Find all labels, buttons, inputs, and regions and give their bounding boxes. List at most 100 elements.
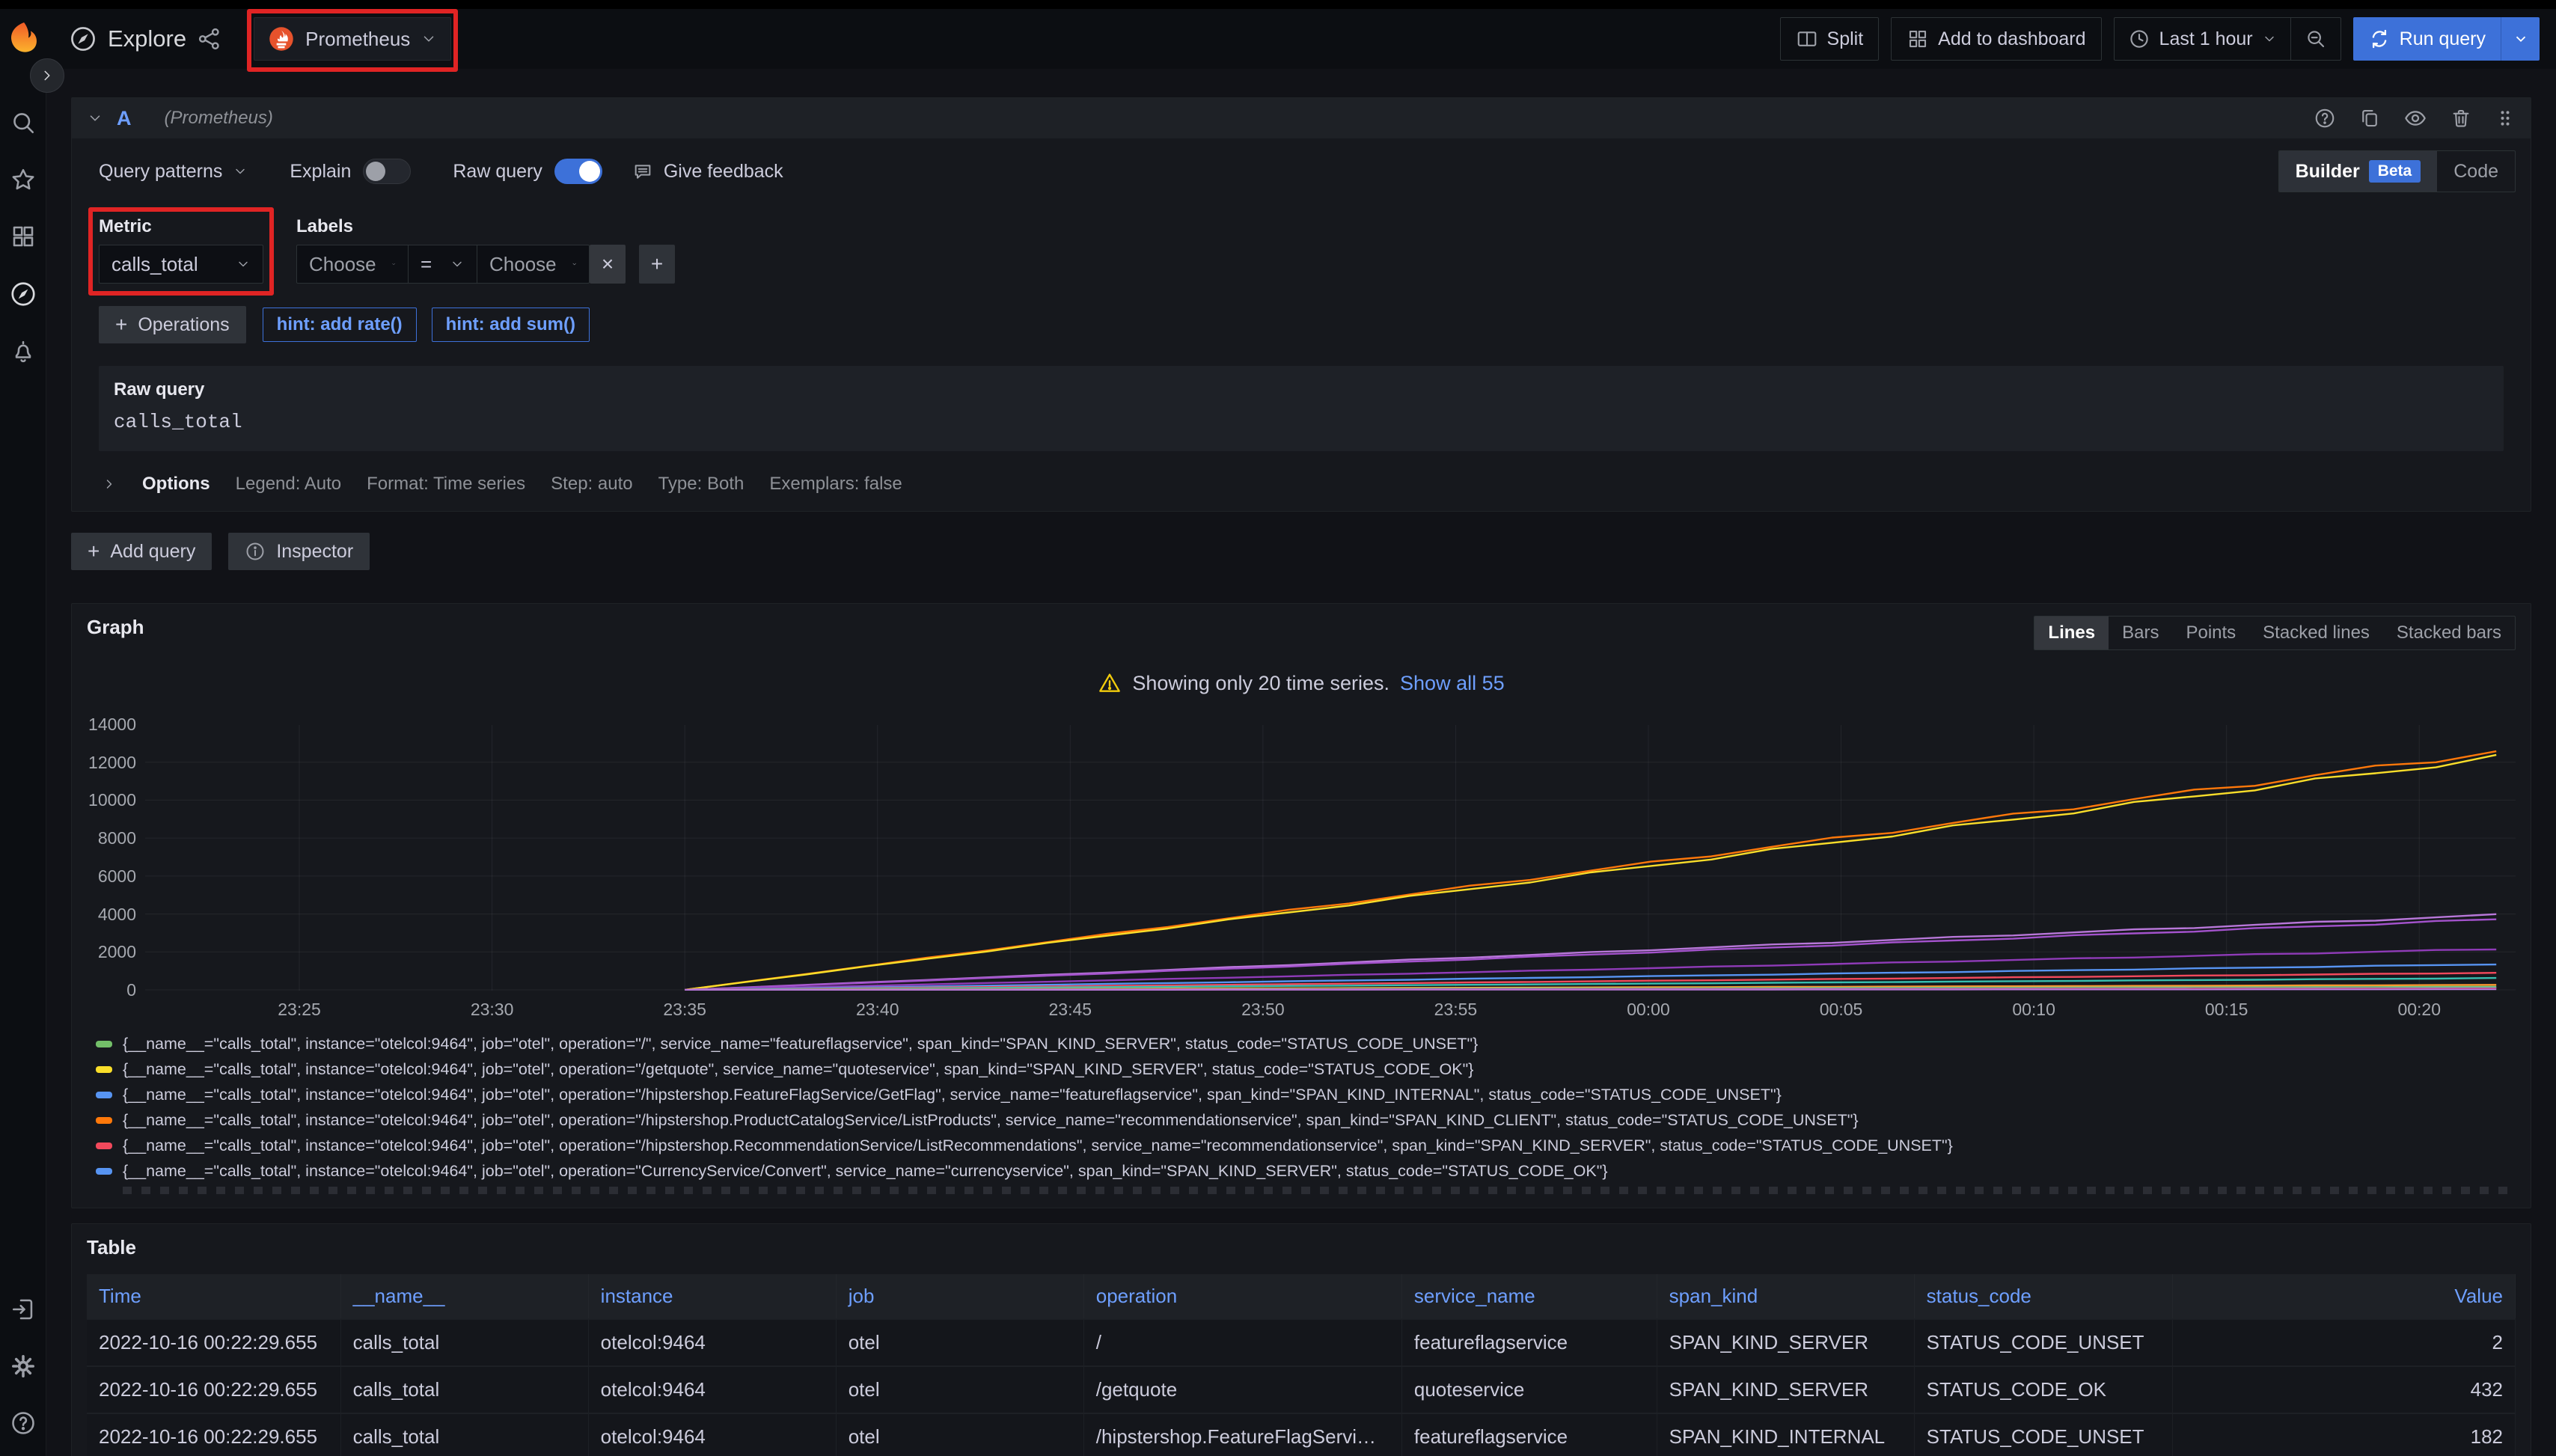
legend-label: {__name__="calls_total", instance="otelc…	[123, 1162, 1608, 1181]
top-strip	[0, 0, 2556, 9]
legend-item[interactable]: {__name__="calls_total", instance="otelc…	[96, 1107, 2516, 1133]
legend-swatch	[96, 1092, 112, 1098]
sidebar-item-configuration[interactable]	[10, 1353, 37, 1380]
legend-item[interactable]: {__name__="calls_total", instance="otelc…	[96, 1133, 2516, 1158]
x-tick-label: 23:35	[663, 1000, 706, 1020]
legend-item[interactable]: {__name__="calls_total", instance="otelc…	[96, 1082, 2516, 1107]
sidebar-item-sign-in[interactable]	[10, 1296, 37, 1323]
query-hint-button[interactable]: hint: add rate()	[263, 308, 417, 342]
sidebar-expand-button[interactable]	[30, 58, 64, 93]
query-help-button[interactable]	[2314, 107, 2336, 129]
query-hint-button[interactable]: hint: add sum()	[432, 308, 590, 342]
code-tab[interactable]: Code	[2437, 151, 2515, 192]
label-key-select[interactable]: Choose	[296, 245, 409, 284]
time-range-picker[interactable]: Last 1 hour	[2115, 18, 2290, 60]
graph-mode-lines[interactable]: Lines	[2034, 617, 2109, 649]
query-row-header[interactable]: A (Prometheus)	[72, 98, 2531, 138]
split-button[interactable]: Split	[1780, 17, 1880, 61]
column-header-job[interactable]: job	[836, 1274, 1083, 1319]
navbar: Explore Prometheus	[0, 9, 2556, 69]
label-operator-select[interactable]: =	[409, 245, 477, 284]
raw-query-label: Raw query	[114, 379, 2489, 400]
legend-item[interactable]: {__name__="calls_total", instance="otelc…	[96, 1031, 2516, 1056]
time-series-chart[interactable]: 02000400060008000100001200014000 23:2523…	[87, 725, 2516, 1021]
drag-handle[interactable]	[2495, 108, 2516, 129]
table-cell: calls_total	[340, 1319, 588, 1366]
run-query-button[interactable]: Run query	[2353, 17, 2501, 61]
give-feedback-button[interactable]: Give feedback	[632, 161, 783, 183]
table-cell: /getquote	[1083, 1366, 1401, 1413]
sidebar-item-help[interactable]	[10, 1410, 37, 1437]
table-cell: otelcol:9464	[588, 1319, 836, 1366]
sign-in-icon	[10, 1296, 37, 1323]
dashboards-icon	[10, 223, 37, 250]
x-tick-label: 23:55	[1434, 1000, 1478, 1020]
sidebar-item-explore[interactable]	[9, 280, 37, 308]
query-ref-id: A	[117, 107, 132, 130]
zoom-out-button[interactable]	[2291, 18, 2341, 60]
graph-mode-stacked-lines[interactable]: Stacked lines	[2249, 617, 2383, 649]
table-cell: /	[1083, 1319, 1401, 1366]
operations-button[interactable]: + Operations	[99, 306, 246, 343]
table-cell: SPAN_KIND_INTERNAL	[1657, 1413, 1914, 1456]
remove-query-button[interactable]	[2450, 107, 2472, 129]
legend-item[interactable]: {__name__="calls_total", instance="otelc…	[96, 1056, 2516, 1082]
datasource-picker[interactable]: Prometheus	[254, 17, 451, 61]
sidebar-item-starred[interactable]	[10, 166, 37, 193]
legend-swatch	[96, 1168, 112, 1175]
column-header-instance[interactable]: instance	[588, 1274, 836, 1319]
raw-query-toggle[interactable]	[554, 159, 602, 184]
help-icon	[10, 1410, 37, 1437]
column-header-value[interactable]: Value	[2173, 1274, 2516, 1319]
collapse-chevron-icon	[87, 110, 103, 126]
column-header-status-code[interactable]: status_code	[1914, 1274, 2173, 1319]
comment-icon	[632, 161, 653, 182]
grafana-logo[interactable]	[0, 21, 46, 57]
add-query-button[interactable]: + Add query	[71, 533, 212, 570]
explain-toggle[interactable]	[363, 159, 411, 184]
remove-label-filter-button[interactable]: ×	[590, 245, 626, 284]
copy-icon	[2358, 107, 2381, 129]
builder-tab[interactable]: Builder Beta	[2279, 151, 2438, 192]
explore-icon	[69, 25, 97, 53]
table-panel: Table Time__name__instancejoboperationse…	[71, 1223, 2531, 1456]
share-icon[interactable]	[197, 26, 222, 52]
metric-select[interactable]: calls_total	[99, 245, 263, 284]
duplicate-query-button[interactable]	[2358, 107, 2381, 129]
sidebar-item-dashboards[interactable]	[10, 223, 37, 250]
y-tick-label: 4000	[98, 905, 136, 925]
label-value-select[interactable]: Choose	[477, 245, 590, 284]
show-all-series-link[interactable]: Show all 55	[1400, 672, 1505, 695]
chevron-down-icon	[572, 257, 577, 272]
table-cell: featureflagservice	[1401, 1413, 1657, 1456]
column-header-time[interactable]: Time	[87, 1274, 340, 1319]
x-tick-label: 00:20	[2397, 1000, 2441, 1020]
add-to-dashboard-button[interactable]: Add to dashboard	[1891, 17, 2101, 61]
graph-mode-bars[interactable]: Bars	[2109, 617, 2172, 649]
legend-label: {__name__="calls_total", instance="otelc…	[123, 1060, 1473, 1079]
search-icon	[10, 109, 37, 136]
column-header---name--[interactable]: __name__	[340, 1274, 588, 1319]
compass-icon	[9, 280, 37, 308]
sidebar-item-alerting[interactable]	[10, 338, 37, 365]
graph-mode-stacked-bars[interactable]: Stacked bars	[2383, 617, 2515, 649]
legend-item[interactable]: {__name__="calls_total", instance="otelc…	[96, 1158, 2516, 1184]
chevron-down-icon	[2262, 31, 2277, 46]
table-cell: STATUS_CODE_UNSET	[1914, 1413, 2173, 1456]
drag-dots-icon	[2495, 108, 2516, 129]
inspector-button[interactable]: Inspector	[228, 533, 370, 570]
add-label-filter-button[interactable]: +	[639, 245, 675, 284]
graph-mode-points[interactable]: Points	[2172, 617, 2249, 649]
query-options-toggle[interactable]: Options Legend: AutoFormat: Time seriesS…	[99, 465, 2504, 496]
column-header-span-kind[interactable]: span_kind	[1657, 1274, 1914, 1319]
metric-label: Metric	[99, 216, 263, 237]
x-tick-label: 23:50	[1241, 1000, 1285, 1020]
run-query-dropdown[interactable]	[2501, 17, 2540, 61]
query-hints: hint: add rate() hint: add sum()	[263, 308, 590, 342]
hide-response-button[interactable]	[2403, 106, 2427, 130]
column-header-service-name[interactable]: service_name	[1401, 1274, 1657, 1319]
sidebar-item-search[interactable]	[10, 109, 37, 136]
query-patterns-dropdown[interactable]: Query patterns	[99, 161, 248, 183]
query-option-summary-item: Step: auto	[551, 474, 632, 495]
column-header-operation[interactable]: operation	[1083, 1274, 1401, 1319]
